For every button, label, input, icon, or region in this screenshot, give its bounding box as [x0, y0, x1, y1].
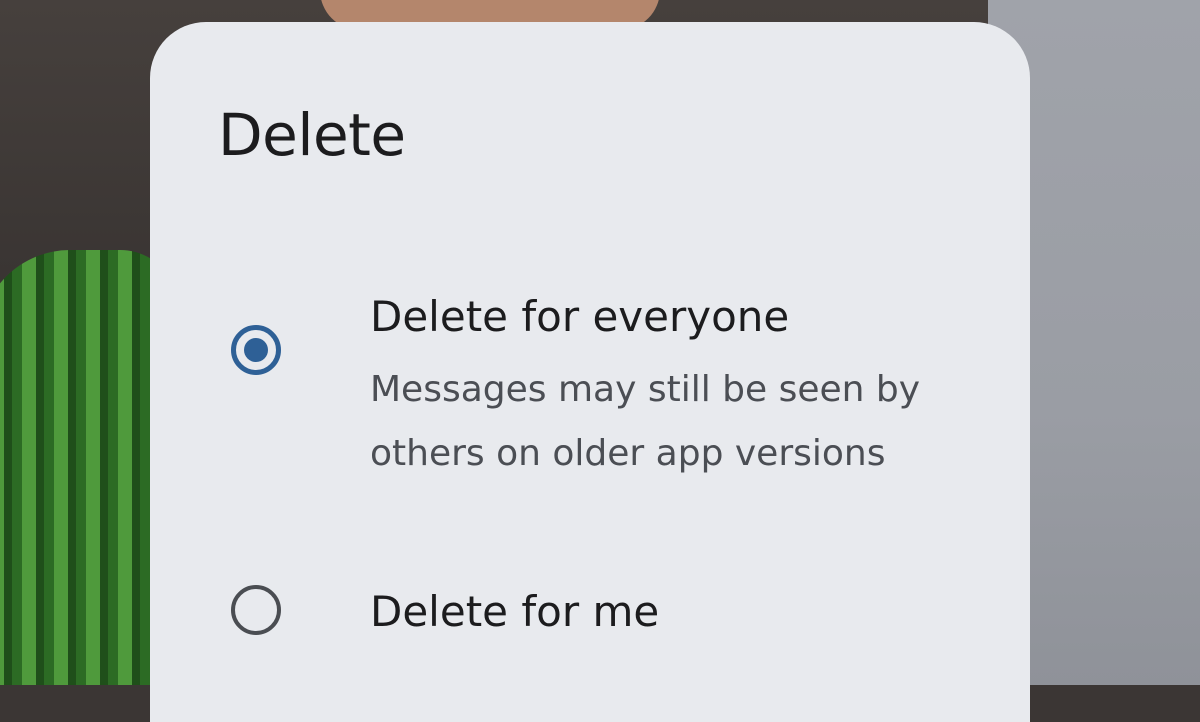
option-label: Delete for me	[370, 587, 660, 636]
option-description: Messages may still be seen by others on …	[370, 369, 921, 474]
option-delete-for-everyone[interactable]: Delete for everyone Messages may still b…	[218, 292, 998, 492]
radio-selected-icon[interactable]	[231, 325, 281, 375]
dialog-title: Delete	[218, 101, 406, 169]
radio-unselected-icon[interactable]	[231, 585, 281, 635]
radio-dot	[244, 338, 268, 362]
option-label: Delete for everyone	[370, 292, 790, 341]
option-delete-for-me[interactable]: Delete for me	[218, 577, 998, 647]
delete-dialog: Delete Delete for everyone Messages may …	[150, 22, 1030, 722]
